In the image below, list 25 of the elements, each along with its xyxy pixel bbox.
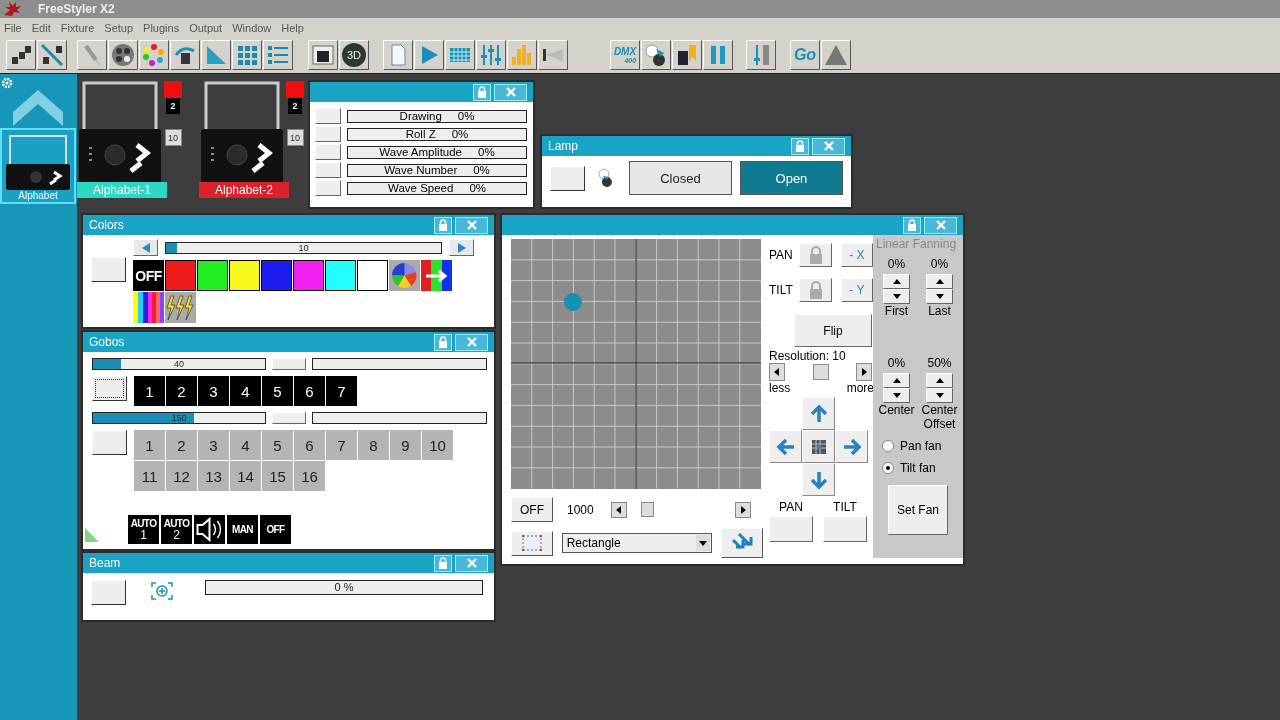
less-label: less <box>769 381 791 395</box>
channel-badge: 2 <box>288 98 302 114</box>
panel-title: Beam <box>89 556 122 570</box>
group-name: Alphabet <box>18 190 58 201</box>
speed-value: 1000 <box>567 502 595 517</box>
fan-value: 0% <box>887 356 906 370</box>
fan-label: Center <box>878 403 915 417</box>
channel-badge: 2 <box>166 98 180 114</box>
fan-value: 0% <box>930 257 949 271</box>
resolution-label: Resolution: 10 <box>769 349 847 363</box>
fan-label: Center Offset <box>920 403 959 431</box>
fan-value: 0% <box>887 257 906 271</box>
axis-label: TILT <box>769 282 794 297</box>
fanning-title: Linear Fanning <box>875 237 957 251</box>
more-label: more <box>846 381 874 395</box>
panel-title: Lamp <box>548 139 580 153</box>
field-label: TILT <box>833 500 857 514</box>
window-title: FreeStyler X2 <box>38 2 115 16</box>
panel-title: Gobos <box>89 335 126 349</box>
fan-label: Last <box>928 304 951 318</box>
field-label: PAN <box>779 500 803 514</box>
fan-value: 50% <box>927 356 952 370</box>
axis-label: PAN <box>769 247 794 262</box>
fan-label: First <box>884 304 909 318</box>
panel-title: Colors <box>89 218 125 232</box>
